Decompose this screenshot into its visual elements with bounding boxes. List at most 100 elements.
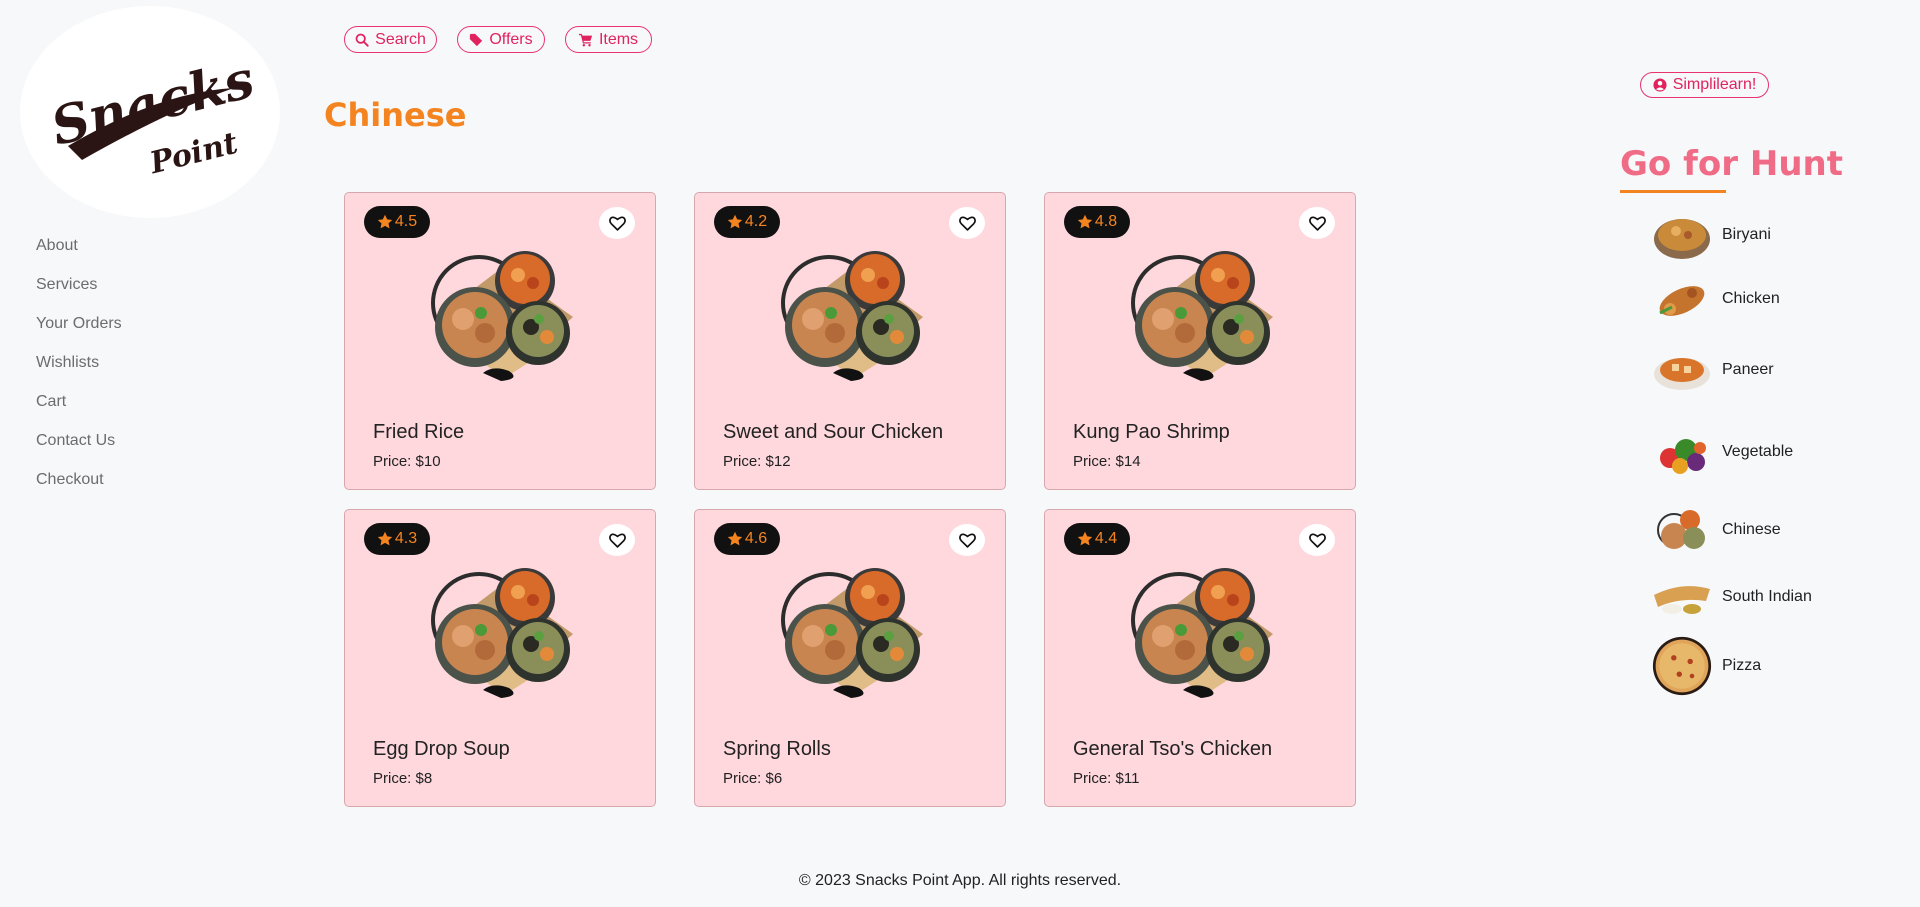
rating-value: 4.6 — [744, 530, 768, 547]
rating-badge: 4.4 — [1064, 523, 1130, 555]
offers-label: Offers — [489, 30, 533, 48]
food-image — [431, 568, 573, 698]
nav-contact-us[interactable]: Contact Us — [36, 429, 122, 468]
category-vegetable[interactable]: Vegetable — [1652, 422, 1793, 482]
product-name: Kung Pao Shrimp — [1073, 421, 1230, 443]
nav-about[interactable]: About — [36, 234, 122, 273]
price-value: $14 — [1115, 453, 1141, 470]
rating-badge: 4.3 — [364, 523, 430, 555]
price-prefix: Price: — [1073, 770, 1116, 787]
sidebar-nav: About Services Your Orders Wishlists Car… — [36, 234, 122, 507]
rating-badge: 4.5 — [364, 206, 430, 238]
star-icon — [727, 531, 743, 546]
product-price: Price: $10 — [373, 453, 441, 470]
nav-wishlists[interactable]: Wishlists — [36, 351, 122, 390]
food-image — [781, 568, 923, 698]
cart-icon — [578, 33, 593, 46]
product-name: Spring Rolls — [723, 738, 831, 760]
user-circle-icon — [1653, 78, 1667, 92]
rating-badge: 4.8 — [1064, 206, 1130, 238]
category-paneer[interactable]: Paneer — [1652, 340, 1774, 400]
nav-cart[interactable]: Cart — [36, 390, 122, 429]
price-prefix: Price: — [373, 453, 416, 470]
price-prefix: Price: — [723, 453, 766, 470]
product-card[interactable]: 4.3 Egg Drop Soup Price: $8 — [344, 509, 656, 807]
search-label: Search — [375, 30, 426, 48]
price-value: $12 — [765, 453, 791, 470]
price-prefix: Price: — [373, 770, 416, 787]
product-name: Fried Rice — [373, 421, 465, 443]
heart-icon — [958, 532, 976, 548]
heart-icon — [608, 215, 626, 231]
product-name: Egg Drop Soup — [373, 738, 510, 760]
category-pizza[interactable]: Pizza — [1652, 636, 1761, 696]
brand-line2: Point — [146, 126, 242, 182]
search-icon — [355, 33, 369, 47]
paneer-image — [1652, 340, 1712, 400]
product-price: Price: $14 — [1073, 453, 1141, 470]
category-chicken[interactable]: Chicken — [1652, 269, 1780, 329]
price-value: $6 — [765, 770, 783, 787]
food-image — [781, 251, 923, 381]
nav-services[interactable]: Services — [36, 273, 122, 312]
product-price: Price: $12 — [723, 453, 791, 470]
chicken-image — [1652, 269, 1712, 329]
chinese-image — [1652, 500, 1712, 560]
south-indian-image — [1652, 567, 1712, 627]
heart-icon — [608, 532, 626, 548]
heart-icon — [1308, 215, 1326, 231]
category-label: Pizza — [1722, 657, 1762, 674]
price-value: $11 — [1115, 770, 1140, 787]
food-image — [1131, 251, 1273, 381]
favorite-button[interactable] — [949, 207, 985, 239]
user-profile-button[interactable]: Simplilearn! — [1640, 72, 1769, 98]
star-icon — [377, 531, 393, 546]
nav-checkout[interactable]: Checkout — [36, 468, 122, 507]
product-card[interactable]: 4.8 Kung Pao Shrimp Price: $14 — [1044, 192, 1356, 490]
price-prefix: Price: — [1073, 453, 1116, 470]
rating-value: 4.3 — [394, 530, 418, 547]
category-biryani[interactable]: Biryani — [1652, 205, 1771, 265]
hunt-title: Go for Hunt — [1620, 144, 1843, 184]
product-price: Price: $8 — [373, 770, 432, 787]
product-card[interactable]: 4.2 Sweet and Sour Chicken Price: $12 — [694, 192, 1006, 490]
brand-logo[interactable]: Snacks Point — [20, 6, 280, 218]
rating-badge: 4.2 — [714, 206, 780, 238]
user-label: Simplilearn! — [1672, 76, 1757, 93]
category-chinese[interactable]: Chinese — [1652, 500, 1781, 560]
price-prefix: Price: — [723, 770, 766, 787]
favorite-button[interactable] — [599, 524, 635, 556]
page-title: Chinese — [324, 96, 467, 134]
hunt-title-underline — [1620, 190, 1726, 193]
category-label: South Indian — [1722, 588, 1812, 605]
favorite-button[interactable] — [1299, 207, 1335, 239]
product-name: Sweet and Sour Chicken — [723, 421, 944, 443]
favorite-button[interactable] — [1299, 524, 1335, 556]
favorite-button[interactable] — [949, 524, 985, 556]
rating-badge: 4.6 — [714, 523, 780, 555]
heart-icon — [1308, 532, 1326, 548]
search-button[interactable]: Search — [344, 26, 437, 53]
biryani-image — [1652, 205, 1712, 265]
star-icon — [377, 214, 393, 229]
star-icon — [1077, 531, 1093, 546]
heart-icon — [958, 215, 976, 231]
product-card[interactable]: 4.4 General Tso's Chicken Price: $11 — [1044, 509, 1356, 807]
product-name: General Tso's Chicken — [1073, 738, 1273, 760]
product-price: Price: $6 — [723, 770, 782, 787]
product-price: Price: $11 — [1073, 770, 1139, 787]
product-card[interactable]: 4.6 Spring Rolls Price: $6 — [694, 509, 1006, 807]
items-button[interactable]: Items — [565, 26, 652, 53]
items-label: Items — [598, 30, 639, 48]
favorite-button[interactable] — [599, 207, 635, 239]
star-icon — [1077, 214, 1093, 229]
category-label: Chinese — [1722, 521, 1781, 538]
nav-your-orders[interactable]: Your Orders — [36, 312, 122, 351]
category-south-indian[interactable]: South Indian — [1652, 567, 1812, 627]
price-value: $10 — [415, 453, 441, 470]
category-label: Paneer — [1722, 361, 1774, 378]
footer-text: © 2023 Snacks Point App. All rights rese… — [798, 872, 1122, 889]
star-icon — [727, 214, 743, 229]
offers-button[interactable]: Offers — [457, 26, 545, 53]
product-card[interactable]: 4.5 Fried Rice Price: $10 — [344, 192, 656, 490]
